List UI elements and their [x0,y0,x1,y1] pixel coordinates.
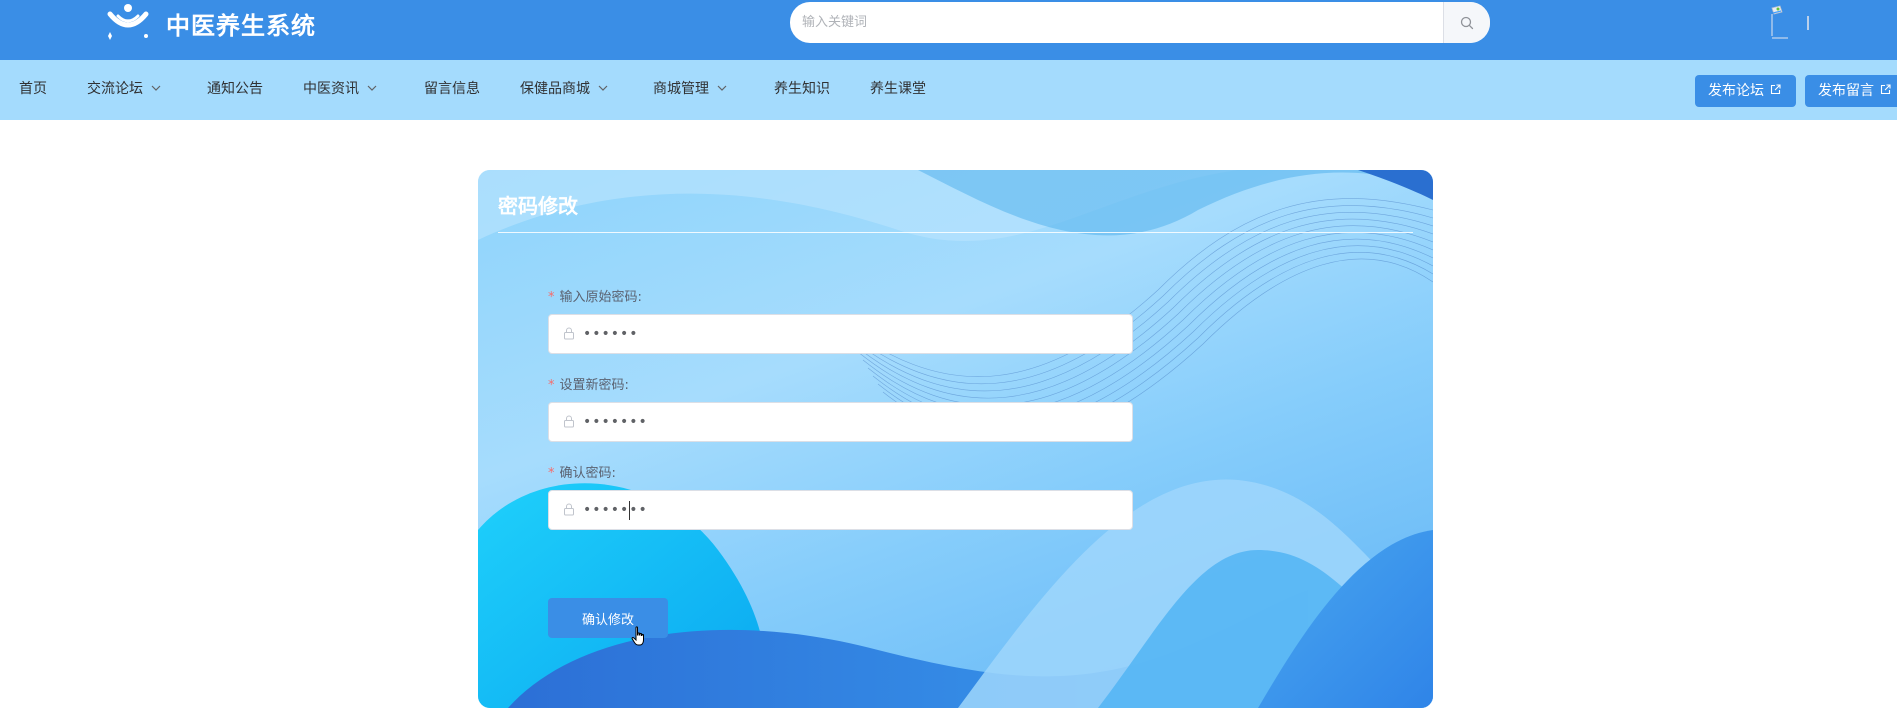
lock-icon [564,327,574,340]
nav-item-knowledge[interactable]: 养生知识 [774,60,830,120]
chevron-down-icon [598,85,608,91]
chevron-down-icon [367,85,377,91]
search-button[interactable] [1443,2,1490,43]
lock-icon [564,415,574,428]
old-password-label: * 输入原始密码: [548,290,642,305]
password-change-card: 密码修改 *输入原始密码: *设置新密码: *确认密码: 确认修改 [478,170,1433,708]
nav-item-classroom[interactable]: 养生课堂 [870,60,926,120]
search-icon [1460,16,1474,29]
chevron-down-icon [151,85,161,91]
confirm-password-label: * 确认密码: [548,466,616,481]
nav-item-news[interactable]: 中医资讯 [303,60,377,120]
confirm-password-input[interactable] [583,491,1123,529]
new-password-input[interactable] [583,403,1123,441]
nav-item-mall-manage[interactable]: 商城管理 [653,60,727,120]
old-password-input[interactable] [583,315,1123,353]
main-nav: 首页 交流论坛 通知公告 中医资讯 留言信息 保健品商城 商城管理 养生知识 养… [0,60,1897,120]
site-title: 中医养生系统 [166,12,316,40]
search-box [790,2,1490,43]
new-password-label: * 设置新密码: [548,378,629,393]
confirm-change-button[interactable]: 确认修改 [548,598,668,638]
confirm-password-field [548,490,1133,530]
text-caret [629,501,630,520]
nav-item-messages[interactable]: 留言信息 [424,60,480,120]
title-divider [498,232,1413,233]
card-title: 密码修改 [498,194,578,218]
top-header: 中医养生系统 [0,0,1897,60]
logo-icon [107,4,149,40]
nav-item-forum[interactable]: 交流论坛 [87,60,161,120]
nav-item-health-mall[interactable]: 保健品商城 [520,60,608,120]
external-link-icon [1880,84,1891,95]
lock-icon [564,503,574,516]
hand-pointer-icon [631,626,644,646]
search-input[interactable] [790,2,1443,43]
nav-item-notice[interactable]: 通知公告 [207,60,263,120]
external-link-icon [1770,84,1781,95]
new-password-field [548,402,1133,442]
publish-message-button[interactable]: 发布留言 [1805,75,1897,107]
chevron-down-icon [717,85,727,91]
nav-item-home[interactable]: 首页 [19,60,47,120]
publish-forum-button[interactable]: 发布论坛 [1695,75,1796,107]
user-avatar-icon[interactable] [1770,4,1810,40]
old-password-field [548,314,1133,354]
